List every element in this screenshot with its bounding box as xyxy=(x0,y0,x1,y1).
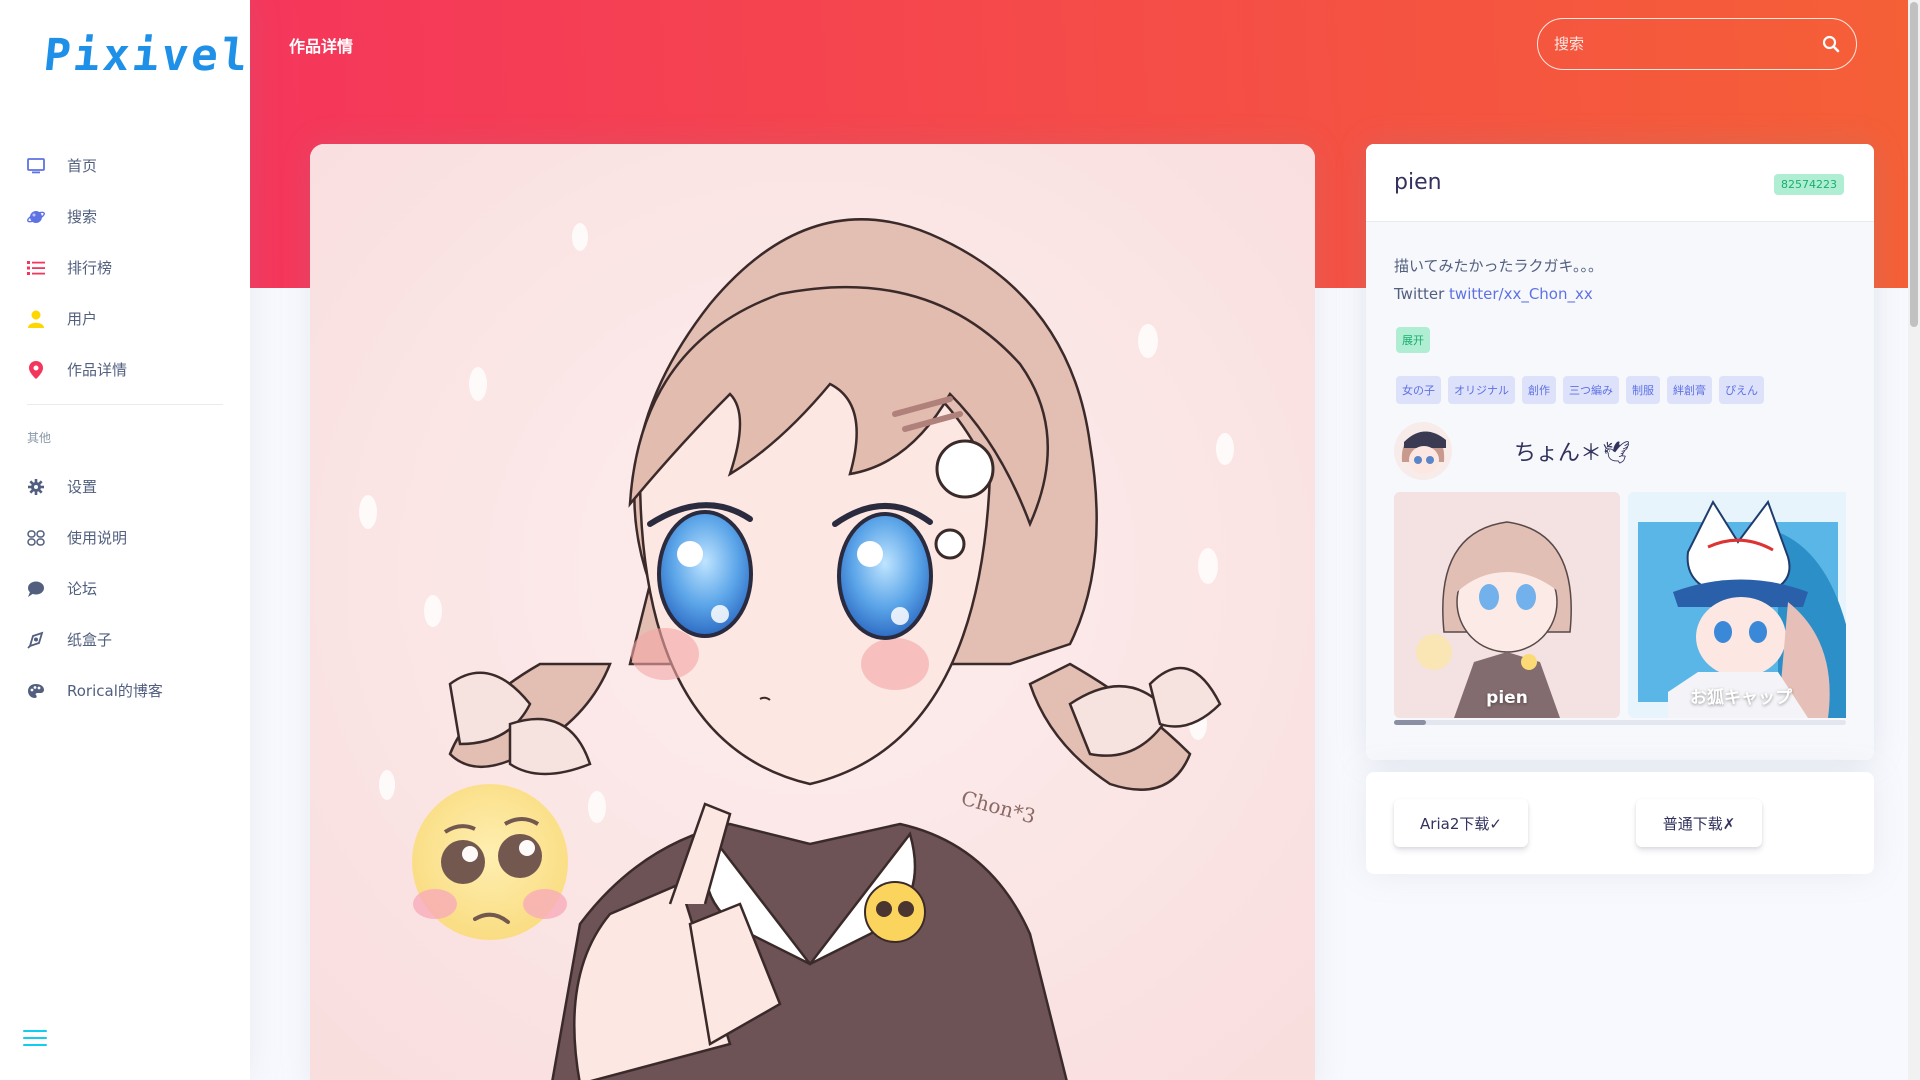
sidebar-item-label: 首页 xyxy=(67,157,98,175)
sidebar-item-label: 排行榜 xyxy=(67,259,113,277)
sidebar-divider xyxy=(27,404,223,405)
related-works-scrollbar[interactable] xyxy=(1394,720,1846,725)
emoji-sticker xyxy=(412,784,568,940)
page-title: 作品详情 xyxy=(289,37,354,56)
related-work-thumb[interactable]: お狐キャップ xyxy=(1628,492,1846,718)
tag-badge[interactable]: 三つ編み xyxy=(1563,376,1619,404)
page-scrollbar-thumb[interactable] xyxy=(1910,2,1918,327)
main-nav: 首页 搜索 排行榜 用户 作品详情 xyxy=(0,140,250,395)
sidebar-item-label: 使用说明 xyxy=(67,529,128,547)
menu-toggle-icon[interactable] xyxy=(23,1030,47,1048)
tag-list: 女の子 オリジナル 創作 三つ編み 制服 絆創膏 ぴえん xyxy=(1396,376,1764,404)
sidebar-item-manual[interactable]: 使用说明 xyxy=(0,512,250,563)
sidebar-item-ranking[interactable]: 排行榜 xyxy=(0,242,250,293)
artwork-id-badge: 82574223 xyxy=(1774,174,1844,195)
monitor-icon xyxy=(27,157,45,175)
page-scrollbar[interactable] xyxy=(1908,0,1920,1080)
user-icon xyxy=(27,310,45,328)
sidebar-item-search[interactable]: 搜索 xyxy=(0,191,250,242)
search-box[interactable] xyxy=(1537,18,1857,70)
sidebar-item-home[interactable]: 首页 xyxy=(0,140,250,191)
pin-icon xyxy=(27,360,45,379)
box-icon xyxy=(27,631,45,649)
sidebar-item-label: 搜索 xyxy=(67,208,98,226)
sidebar-item-user[interactable]: 用户 xyxy=(0,293,250,344)
list-icon xyxy=(27,259,45,277)
scrollbar-thumb[interactable] xyxy=(1394,720,1426,725)
sidebar-item-artwork-detail[interactable]: 作品详情 xyxy=(0,344,250,395)
aria2-download-button[interactable]: Aria2下载✓ xyxy=(1394,799,1528,847)
sidebar-item-label: 设置 xyxy=(67,478,98,496)
palette-icon xyxy=(27,682,45,700)
avatar[interactable] xyxy=(1394,422,1452,480)
expand-button[interactable]: 展开 xyxy=(1396,327,1430,353)
artwork-description: 描いてみたかったラクガキ。。。 Twitter twitter/xx_Chon_… xyxy=(1394,252,1603,308)
related-work-thumb[interactable]: pien xyxy=(1394,492,1620,718)
description-prefix: Twitter xyxy=(1394,285,1450,303)
other-nav: 设置 使用说明 论坛 纸盒子 Rorical的博客 xyxy=(0,461,250,716)
description-line: 描いてみたかったラクガキ。。。 xyxy=(1394,257,1603,275)
info-card-header: pien 82574223 xyxy=(1366,144,1874,222)
twitter-link[interactable]: twitter/xx_Chon_xx xyxy=(1449,285,1593,303)
tag-badge[interactable]: ぴえん xyxy=(1719,376,1764,404)
sidebar-item-forum[interactable]: 论坛 xyxy=(0,563,250,614)
book-icon xyxy=(27,529,45,547)
tag-badge[interactable]: 制服 xyxy=(1626,376,1660,404)
description-line: Twitter twitter/xx_Chon_xx xyxy=(1394,280,1603,308)
search-icon[interactable] xyxy=(1822,35,1840,53)
download-card: Aria2下载✓ 普通下载✗ xyxy=(1366,772,1874,874)
tag-badge[interactable]: 女の子 xyxy=(1396,376,1441,404)
artwork-image[interactable]: Chon*3 xyxy=(310,144,1315,1080)
sidebar-item-label: 纸盒子 xyxy=(67,631,113,649)
planet-icon xyxy=(27,208,45,226)
sidebar-item-label: Rorical的博客 xyxy=(67,682,163,700)
related-work-caption: お狐キャップ xyxy=(1690,688,1792,708)
sidebar: Pixivel 首页 搜索 排行榜 用户 作品详情 其他 设置 使用说明 论坛 … xyxy=(0,0,253,1080)
artwork-title: pien xyxy=(1394,170,1442,195)
sidebar-item-label: 论坛 xyxy=(67,580,98,598)
gear-icon xyxy=(27,478,45,496)
author-row: ちょん＊🕊 xyxy=(1394,422,1630,480)
sidebar-section-title: 其他 xyxy=(27,431,52,445)
tag-badge[interactable]: 絆創膏 xyxy=(1667,376,1712,404)
sidebar-item-settings[interactable]: 设置 xyxy=(0,461,250,512)
tag-badge[interactable]: オリジナル xyxy=(1448,376,1515,404)
app-logo[interactable]: Pixivel xyxy=(41,30,253,81)
artwork-info-card: pien 82574223 描いてみたかったラクガキ。。。 Twitter tw… xyxy=(1366,144,1874,760)
sidebar-item-label: 作品详情 xyxy=(67,361,128,379)
tag-badge[interactable]: 創作 xyxy=(1522,376,1556,404)
search-input[interactable] xyxy=(1554,35,1822,53)
normal-download-button[interactable]: 普通下载✗ xyxy=(1636,799,1762,847)
sidebar-item-blog[interactable]: Rorical的博客 xyxy=(0,665,250,716)
sidebar-item-paperbox[interactable]: 纸盒子 xyxy=(0,614,250,665)
related-works: pien お狐キャップ xyxy=(1394,492,1846,718)
chat-icon xyxy=(27,580,45,598)
related-work-caption: pien xyxy=(1486,688,1528,708)
sidebar-item-label: 用户 xyxy=(67,310,98,328)
author-name[interactable]: ちょん＊🕊 xyxy=(1514,435,1630,467)
